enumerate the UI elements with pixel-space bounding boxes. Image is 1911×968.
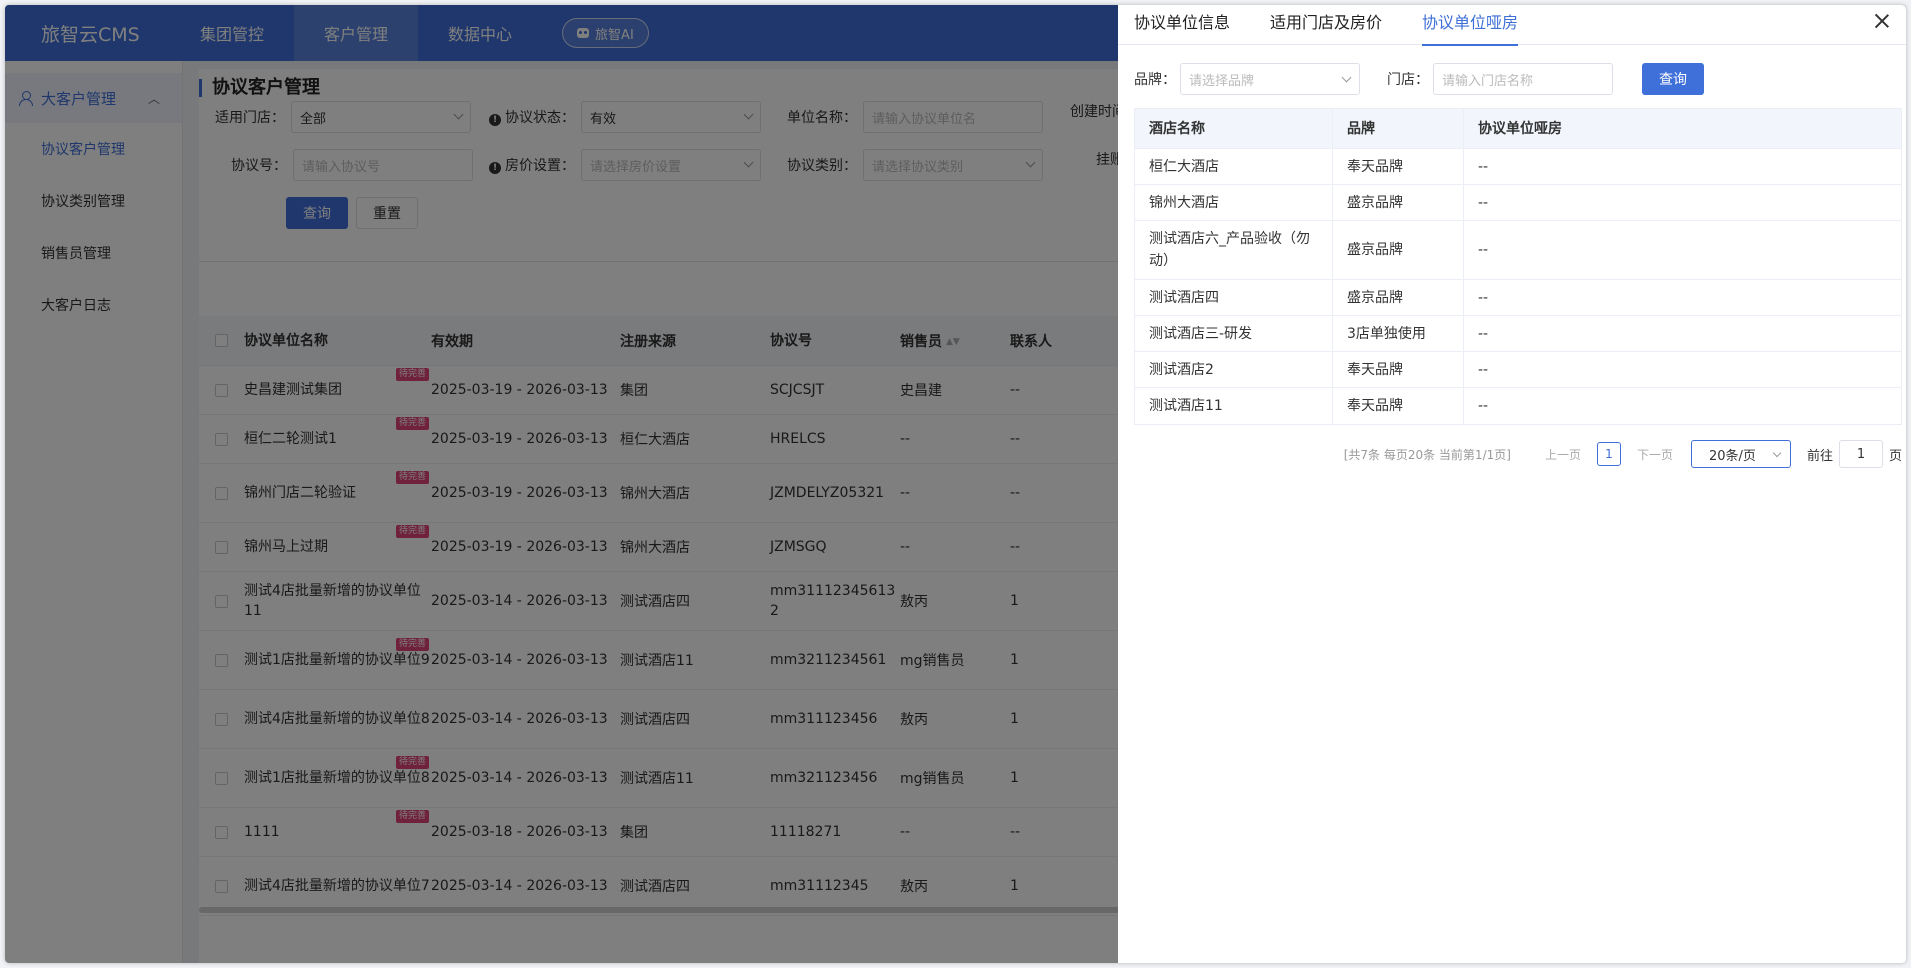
cell-brand: 3店单独使用: [1333, 316, 1464, 351]
table-row: 测试酒店三-研发 3店单独使用 --: [1135, 316, 1901, 352]
cell-brand: 盛京品牌: [1333, 185, 1464, 220]
cell-hotel-name: 测试酒店六_产品验收（勿动）: [1135, 221, 1333, 279]
cell-hotel-name: 测试酒店三-研发: [1135, 316, 1333, 351]
tab-unit-info[interactable]: 协议单位信息: [1134, 5, 1230, 45]
table-row: 测试酒店六_产品验收（勿动） 盛京品牌 --: [1135, 221, 1901, 280]
page-size-select[interactable]: 20条/页: [1690, 440, 1791, 468]
chevron-down-icon: [1341, 72, 1352, 83]
cell-dumb-room: --: [1478, 361, 1489, 378]
brand-filter-label: 品牌：: [1134, 72, 1176, 88]
goto-suffix: 页: [1888, 448, 1902, 464]
cell-brand: 奉天品牌: [1333, 388, 1464, 424]
store-name-label: 门店：: [1387, 72, 1429, 88]
cell-hotel-name: 测试酒店2: [1135, 352, 1333, 387]
table-row: 测试酒店2 奉天品牌 --: [1135, 352, 1901, 388]
cell-dumb-room: --: [1478, 242, 1489, 258]
cell-dumb-room: --: [1478, 325, 1489, 342]
table-row: 测试酒店四 盛京品牌 --: [1135, 280, 1901, 316]
prev-page-button[interactable]: 上一页: [1545, 446, 1581, 463]
goto-label: 前往: [1806, 448, 1833, 464]
cell-hotel-name: 锦州大酒店: [1135, 185, 1333, 220]
store-name-filter: 门店： 请输入门店名称: [1387, 63, 1613, 95]
store-name-input[interactable]: 请输入门店名称: [1433, 63, 1613, 95]
cell-brand: 盛京品牌: [1333, 280, 1464, 315]
cell-dumb-room: --: [1478, 158, 1489, 175]
col-header-dumb-room: 协议单位哑房: [1478, 120, 1562, 137]
table-row: 桓仁大酒店 奉天品牌 --: [1135, 149, 1901, 185]
cell-hotel-name: 测试酒店四: [1135, 280, 1333, 315]
cell-hotel-name: 测试酒店11: [1135, 388, 1333, 424]
goto-page-input[interactable]: 1: [1838, 440, 1883, 468]
cell-dumb-room: --: [1478, 194, 1489, 211]
drawer-query-button[interactable]: 查询: [1642, 63, 1704, 95]
cell-brand: 奉天品牌: [1333, 352, 1464, 387]
app-window: 旅智云CMS 集团管控 客户管理 数据中心 旅智AI 大客户管理 ︿ 协议客户管…: [5, 5, 1906, 963]
table-row: 测试酒店11 奉天品牌 --: [1135, 388, 1901, 424]
cell-dumb-room: --: [1478, 289, 1489, 306]
next-page-button[interactable]: 下一页: [1637, 446, 1673, 463]
table-row: 锦州大酒店 盛京品牌 --: [1135, 185, 1901, 221]
dumb-room-table: 酒店名称 品牌 协议单位哑房 桓仁大酒店 奉天品牌 -- 锦州大酒店 盛京品牌 …: [1134, 108, 1902, 425]
brand-select[interactable]: 请选择品牌: [1180, 63, 1360, 95]
col-header-brand: 品牌: [1333, 108, 1464, 149]
brand-filter: 品牌： 请选择品牌: [1134, 63, 1360, 95]
drawer-tabs: 协议单位信息 适用门店及房价 协议单位哑房: [1118, 5, 1906, 46]
cell-dumb-room: --: [1478, 398, 1489, 414]
dumb-room-table-header: 酒店名称 品牌 协议单位哑房: [1135, 108, 1901, 149]
tab-dumb-rooms[interactable]: 协议单位哑房: [1422, 5, 1519, 46]
drawer-filters: 品牌： 请选择品牌 门店： 请输入门店名称 查询: [1134, 61, 1890, 97]
cell-brand: 盛京品牌: [1333, 221, 1464, 279]
tab-stores-and-prices[interactable]: 适用门店及房价: [1270, 5, 1382, 45]
close-icon[interactable]: [1872, 11, 1892, 31]
brand-select-placeholder: 请选择品牌: [1189, 73, 1255, 89]
cell-brand: 奉天品牌: [1333, 149, 1464, 184]
cell-hotel-name: 桓仁大酒店: [1135, 149, 1333, 184]
page-number-current[interactable]: 1: [1596, 442, 1621, 466]
page-size-value: 20条/页: [1708, 448, 1756, 464]
pagination: [共7条 每页20条 当前第1/1页] 上一页 1 下一页 20条/页 前往 1…: [1344, 440, 1902, 468]
col-header-hotel-name: 酒店名称: [1135, 108, 1333, 149]
chevron-down-icon: [1772, 448, 1782, 458]
detail-drawer: 协议单位信息 适用门店及房价 协议单位哑房 品牌： 请选择品牌 门店： 请输入门…: [1118, 5, 1906, 963]
pagination-total: [共7条 每页20条 当前第1/1页]: [1343, 447, 1511, 462]
